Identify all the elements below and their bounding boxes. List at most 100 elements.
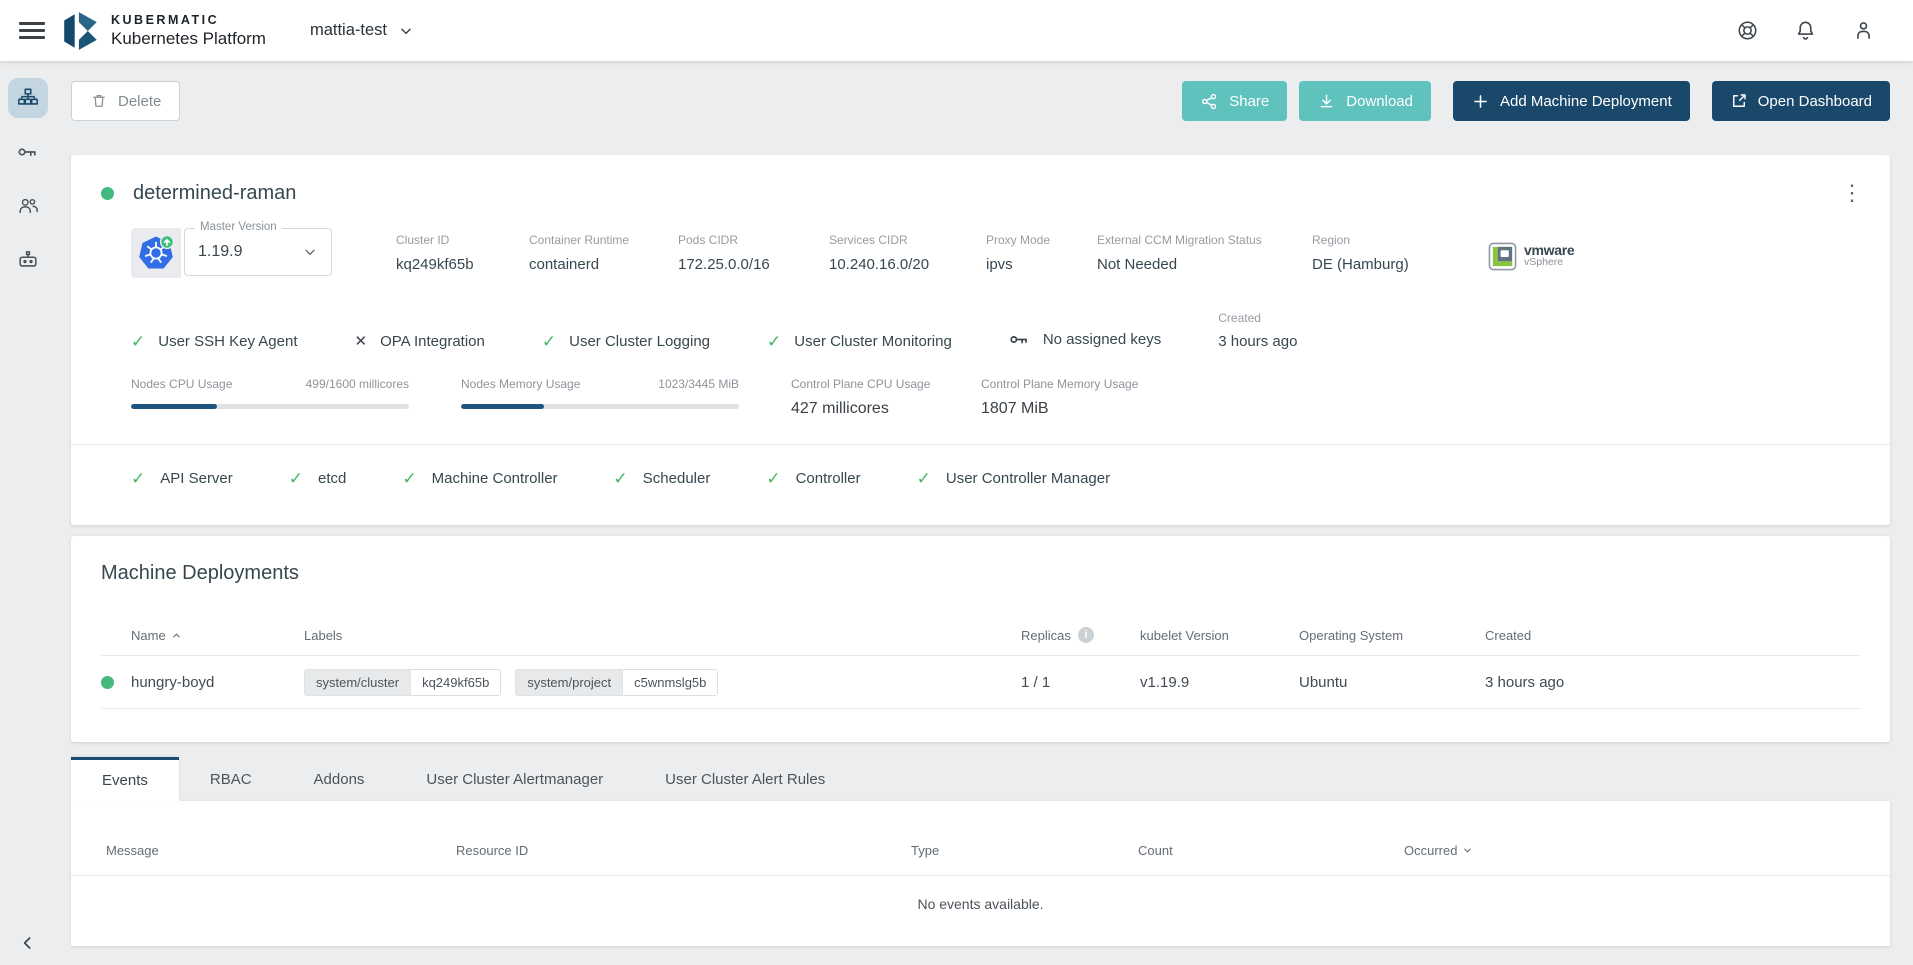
md-status-dot [101, 676, 114, 689]
feature-user-cluster-logging: ✓ User Cluster Logging [542, 333, 710, 350]
check-icon: ✓ [766, 470, 780, 487]
check-icon: ✓ [542, 333, 556, 350]
nodes-memory-usage: Nodes Memory Usage 1023/3445 MiB [461, 377, 739, 418]
brand-subtitle: Kubernetes Platform [111, 29, 266, 49]
chevron-down-icon [399, 24, 413, 38]
events-panel: Message Resource ID Type Count Occurred … [71, 801, 1890, 946]
brand-logo: KUBERMATIC Kubernetes Platform [62, 10, 266, 52]
feature-ssh-key-agent: ✓ User SSH Key Agent [131, 333, 297, 350]
md-operating-system: Ubuntu [1299, 674, 1485, 691]
check-icon: ✓ [917, 470, 931, 487]
cluster-usage-row: Nodes CPU Usage 499/1600 millicores Node… [131, 377, 1860, 418]
check-icon: ✓ [289, 470, 303, 487]
project-selector[interactable]: mattia-test [310, 21, 413, 40]
app-header: KUBERMATIC Kubernetes Platform mattia-te… [0, 0, 1913, 61]
tab-user-cluster-alertmanager[interactable]: User Cluster Alertmanager [395, 757, 634, 801]
cluster-name: determined-raman [133, 182, 296, 205]
key-icon [1009, 329, 1030, 350]
sort-asc-icon [171, 630, 182, 641]
open-dashboard-button[interactable]: Open Dashboard [1712, 81, 1890, 121]
feature-user-cluster-monitoring: ✓ User Cluster Monitoring [767, 333, 952, 350]
trash-icon [90, 92, 108, 110]
field-pods-cidr: Pods CIDR172.25.0.0/16 [678, 233, 829, 273]
add-machine-deployment-button[interactable]: Add Machine Deployment [1453, 81, 1690, 121]
master-version-value: 1.19.9 [198, 243, 242, 261]
cluster-card: determined-raman ⋮ Master [71, 155, 1890, 525]
check-icon: ✓ [614, 470, 628, 487]
field-region: RegionDE (Hamburg) [1312, 233, 1488, 273]
md-labels: system/cluster kq249kf65b system/project… [304, 669, 1021, 696]
plus-icon [1471, 92, 1490, 111]
nav-service-accounts-icon[interactable] [8, 240, 48, 280]
project-name: mattia-test [310, 21, 387, 40]
tab-events[interactable]: Events [71, 757, 179, 801]
tab-addons[interactable]: Addons [283, 757, 396, 801]
health-scheduler: ✓ Scheduler [614, 470, 711, 487]
tab-rbac[interactable]: RBAC [179, 757, 283, 801]
events-empty-message: No events available. [71, 876, 1890, 912]
sort-by-occurred[interactable]: Occurred [1404, 843, 1473, 858]
replicas-info-icon[interactable]: i [1078, 627, 1094, 643]
control-plane-health-row: ✓ API Server ✓ etcd ✓ Machine Controller… [131, 470, 1860, 487]
control-plane-cpu-usage: Control Plane CPU Usage 427 millicores [791, 377, 981, 418]
check-icon: ✓ [767, 333, 781, 350]
health-controller: ✓ Controller [766, 470, 860, 487]
label-chip: system/cluster kq249kf65b [304, 669, 501, 696]
provider-vsphere-logo: vmware vSphere [1488, 239, 1574, 273]
nav-clusters-icon[interactable] [8, 78, 48, 118]
events-table-header: Message Resource ID Type Count Occurred [71, 826, 1890, 876]
health-api-server: ✓ API Server [131, 470, 233, 487]
sort-by-name[interactable]: Name [131, 628, 182, 643]
field-services-cidr: Services CIDR10.240.16.0/20 [829, 233, 986, 273]
cluster-toolbar: Delete Share Download Add Mac [71, 81, 1890, 121]
cluster-status-dot [101, 187, 114, 200]
download-icon [1317, 92, 1336, 111]
field-proxy-mode: Proxy Modeipvs [986, 233, 1097, 273]
tab-user-cluster-alert-rules[interactable]: User Cluster Alert Rules [634, 757, 856, 801]
user-account-icon[interactable] [1852, 19, 1875, 42]
master-version-select[interactable]: Master Version 1.19.9 [184, 228, 332, 276]
machine-deployments-card: Machine Deployments Name Labels Replicas… [71, 536, 1890, 742]
control-plane-memory-usage: Control Plane Memory Usage 1807 MiB [981, 377, 1171, 418]
master-version-label: Master Version [195, 221, 282, 233]
nodes-memory-progressbar [461, 404, 739, 409]
kubernetes-logo-icon [131, 228, 181, 278]
share-button[interactable]: Share [1182, 81, 1287, 121]
collapse-sidebar-button[interactable] [0, 933, 55, 953]
menu-icon[interactable] [19, 18, 45, 44]
share-icon [1200, 92, 1219, 111]
check-icon: ✓ [131, 333, 145, 350]
machine-deployment-row[interactable]: hungry-boyd system/cluster kq249kf65b sy… [101, 656, 1860, 709]
feature-opa-integration: ✕ OPA Integration [354, 333, 484, 350]
chevron-left-icon [18, 933, 38, 953]
md-kubelet-version: v1.19.9 [1140, 674, 1299, 691]
cluster-actions-kebab-icon[interactable]: ⋮ [1838, 179, 1866, 207]
left-nav-rail [0, 61, 55, 965]
nodes-cpu-usage: Nodes CPU Usage 499/1600 millicores [131, 377, 409, 418]
delete-button[interactable]: Delete [71, 81, 180, 121]
cluster-info-fields: Cluster IDkq249kf65b Container Runtimeco… [396, 228, 1574, 273]
sort-desc-icon [1462, 845, 1473, 856]
field-cluster-id: Cluster IDkq249kf65b [396, 233, 529, 273]
cluster-created: Created 3 hours ago [1218, 311, 1297, 350]
machine-deployments-title: Machine Deployments [101, 562, 1860, 585]
md-name: hungry-boyd [131, 674, 304, 691]
machine-deployments-table-header: Name Labels Replicas i kubelet Version O… [101, 615, 1860, 656]
help-icon[interactable] [1736, 19, 1759, 42]
health-user-controller-manager: ✓ User Controller Manager [917, 470, 1110, 487]
health-machine-controller: ✓ Machine Controller [402, 470, 557, 487]
notifications-bell-icon[interactable] [1794, 19, 1817, 42]
vsphere-icon [1488, 242, 1517, 271]
brand-name: KUBERMATIC [111, 13, 266, 27]
nav-ssh-keys-icon[interactable] [8, 132, 48, 172]
download-button[interactable]: Download [1299, 81, 1431, 121]
card-divider [71, 444, 1890, 445]
cluster-feature-row: ✓ User SSH Key Agent ✕ OPA Integration ✓… [131, 311, 1860, 350]
nodes-cpu-progressbar [131, 404, 409, 409]
md-replicas: 1 / 1 [1021, 674, 1140, 691]
chevron-down-icon [302, 244, 318, 260]
cluster-tabs: Events RBAC Addons User Cluster Alertman… [71, 757, 1890, 801]
nav-members-icon[interactable] [8, 186, 48, 226]
health-etcd: ✓ etcd [289, 470, 347, 487]
check-icon: ✓ [131, 470, 145, 487]
